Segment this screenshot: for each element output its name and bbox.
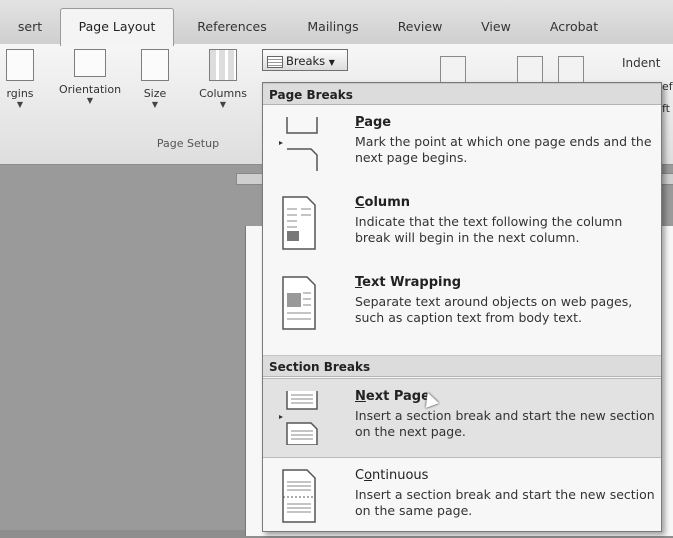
tab-page-layout[interactable]: Page Layout [60,8,174,46]
indent-label: Indent [622,56,661,70]
text-wrapping-icon [282,276,316,330]
column-break-icon [282,196,316,250]
margins-label: rgins [6,87,34,100]
size-label: Size [143,87,167,100]
menu-item-column-break[interactable]: Column Indicate that the text following … [263,185,661,265]
columns-button[interactable]: Columns ▼ [190,49,256,110]
orientation-label: Orientation [58,83,122,96]
section-breaks-header: Section Breaks [263,355,661,377]
page-breaks-header: Page Breaks [263,83,661,105]
margins-icon [6,49,34,81]
orientation-button[interactable]: Orientation ▼ [52,49,128,106]
menu-item-description: Insert a section break and start the new… [355,408,655,439]
tab-acrobat[interactable]: Acrobat [536,12,612,44]
ribbon-tab-strip: sert Page Layout References Mailings Rev… [0,0,673,46]
chevron-down-icon: ▼ [219,100,227,109]
chevron-down-icon: ▼ [16,100,24,109]
menu-item-description: Separate text around objects on web page… [355,294,633,325]
menu-item-description: Indicate that the text following the col… [355,214,623,245]
continuous-section-icon [282,469,316,523]
chevron-down-icon: ▼ [328,58,335,67]
right-indent-label-clipped: ft [662,102,670,115]
size-button[interactable]: Size ▼ [132,49,178,110]
columns-label: Columns [199,87,247,100]
page-setup-group-label: Page Setup [156,137,220,150]
menu-item-title: Page [355,115,392,130]
menu-item-page-break[interactable]: Page Mark the point at which one page en… [263,105,661,185]
menu-item-title: Text Wrapping [355,275,462,290]
tab-mailings[interactable]: Mailings [292,12,374,44]
menu-item-next-page[interactable]: Next Page Insert a section break and sta… [263,378,661,458]
breaks-label: Breaks [286,54,326,68]
menu-item-title: Continuous [355,468,429,483]
size-icon [141,49,169,81]
breaks-menu: Page Breaks Page Mark the point at which… [262,82,662,532]
menu-item-title: Column [355,195,410,210]
menu-item-continuous[interactable]: Continuous Insert a section break and st… [263,458,661,538]
chevron-down-icon: ▼ [86,96,94,105]
chevron-down-icon: ▼ [151,100,159,109]
columns-icon [209,49,237,81]
breaks-icon [267,55,283,68]
menu-item-title: Next Page [355,389,430,404]
tab-review[interactable]: Review [384,12,456,44]
menu-item-description: Mark the point at which one page ends an… [355,134,652,165]
breaks-button[interactable]: Breaks ▼ [262,49,348,71]
menu-item-description: Insert a section break and start the new… [355,487,655,518]
tab-insert[interactable]: sert [0,12,60,44]
tab-view[interactable]: View [466,12,526,44]
left-indent-label-clipped: ef [662,80,673,93]
margins-button[interactable]: rgins ▼ [0,49,48,110]
tab-references[interactable]: References [182,12,282,44]
page-break-icon [279,117,318,171]
menu-item-text-wrapping[interactable]: Text Wrapping Separate text around objec… [263,265,661,345]
next-page-section-icon [279,391,318,445]
orientation-icon [74,49,106,77]
